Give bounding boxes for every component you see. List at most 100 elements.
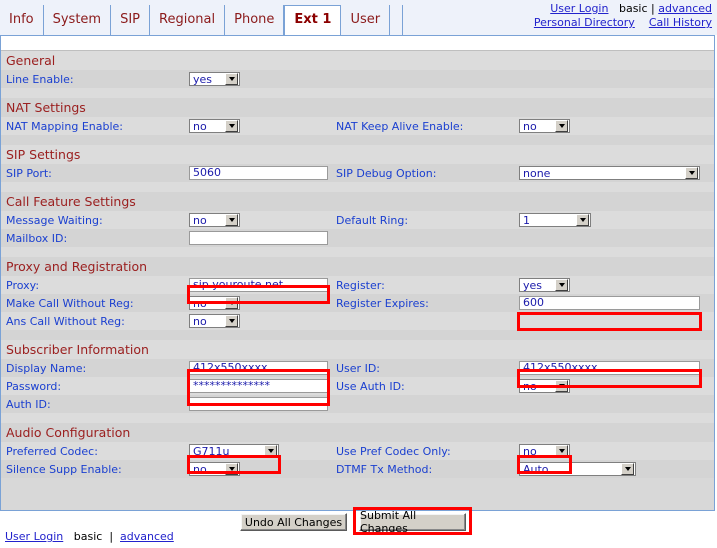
footer-user-login-link[interactable]: User Login xyxy=(5,530,63,543)
input-user-id[interactable]: 412x550xxxx xyxy=(519,361,700,375)
select-nat-keep-alive-enable-value: no xyxy=(523,119,537,133)
basic-label: basic xyxy=(618,2,648,15)
row-nat-mapping: NAT Mapping Enable: no NAT Keep Alive En… xyxy=(1,117,714,135)
footer-links: User Login basic | advanced xyxy=(5,530,174,543)
call-history-link[interactable]: Call History xyxy=(649,16,712,29)
select-nat-mapping-enable[interactable]: no xyxy=(189,119,240,133)
select-sip-debug-option-value: none xyxy=(523,166,551,180)
label-use-pref-codec-only: Use Pref Codec Only: xyxy=(336,444,451,458)
input-mailbox-id[interactable] xyxy=(189,231,328,245)
chevron-down-icon xyxy=(225,214,238,226)
tab-bar: Info System SIP Regional Phone Ext 1 Use… xyxy=(0,0,404,36)
tab-info[interactable]: Info xyxy=(0,5,44,35)
select-use-pref-codec-only[interactable]: no xyxy=(519,444,570,458)
section-proxy-row: Proxy and Registration xyxy=(1,257,714,276)
advanced-link[interactable]: advanced xyxy=(658,2,712,15)
footer-advanced-link[interactable]: advanced xyxy=(120,530,174,543)
link-separator: | xyxy=(651,2,655,15)
spacer-row-4 xyxy=(1,247,714,257)
input-register-expires[interactable]: 600 xyxy=(519,296,700,310)
label-silence-supp-enable: Silence Supp Enable: xyxy=(6,462,122,476)
header-links: User Login basic | advanced Personal Dir… xyxy=(534,2,712,29)
header-links-row-1: User Login basic | advanced xyxy=(534,2,712,15)
select-message-waiting-value: no xyxy=(193,213,207,227)
chevron-down-icon xyxy=(685,167,698,179)
chevron-down-icon xyxy=(225,297,238,309)
spacer-row-5 xyxy=(1,330,714,340)
label-sip-port: SIP Port: xyxy=(6,166,52,180)
panel-top-strip xyxy=(1,36,714,51)
input-proxy[interactable]: sip.youroute.net xyxy=(189,278,328,292)
select-make-call-without-reg[interactable]: no xyxy=(189,296,240,310)
chevron-down-icon xyxy=(555,120,568,132)
input-password[interactable]: ************** xyxy=(189,379,328,393)
label-message-waiting: Message Waiting: xyxy=(6,213,103,227)
sipura-config-page: Info System SIP Regional Phone Ext 1 Use… xyxy=(0,0,717,548)
submit-all-changes-button[interactable]: Submit All Changes xyxy=(359,509,466,535)
personal-directory-link[interactable]: Personal Directory xyxy=(534,16,635,29)
chevron-down-icon xyxy=(621,463,634,475)
section-subscriber-title: Subscriber Information xyxy=(6,342,149,357)
input-auth-id[interactable] xyxy=(189,397,328,411)
select-register-value: yes xyxy=(523,278,543,292)
settings-panel: General Line Enable: yes NAT Settings NA… xyxy=(0,35,715,511)
select-dtmf-tx-method[interactable]: Auto xyxy=(519,462,636,476)
select-message-waiting[interactable]: no xyxy=(189,213,240,227)
chevron-down-icon xyxy=(555,380,568,392)
chevron-down-icon xyxy=(576,214,589,226)
user-login-link[interactable]: User Login xyxy=(550,2,608,15)
select-dtmf-tx-method-value: Auto xyxy=(523,462,549,476)
select-line-enable-value: yes xyxy=(193,72,213,86)
tab-bar-end-spacer xyxy=(390,5,404,35)
spacer-row-3 xyxy=(1,182,714,192)
row-silence-supp-enable: Silence Supp Enable: no DTMF Tx Method: … xyxy=(1,460,714,478)
footer-link-separator: | xyxy=(109,530,114,543)
undo-all-changes-button[interactable]: Undo All Changes xyxy=(240,513,347,531)
section-general-row: General xyxy=(1,51,714,70)
label-nat-keep-alive-enable: NAT Keep Alive Enable: xyxy=(336,119,464,133)
tab-user[interactable]: User xyxy=(341,5,391,35)
tab-regional[interactable]: Regional xyxy=(150,5,226,35)
select-default-ring[interactable]: 1 xyxy=(519,213,591,227)
label-use-auth-id: Use Auth ID: xyxy=(336,379,405,393)
row-proxy: Proxy: sip.youroute.net Register: yes xyxy=(1,276,714,294)
tab-ext-1[interactable]: Ext 1 xyxy=(284,5,342,36)
label-mailbox-id: Mailbox ID: xyxy=(6,231,68,245)
label-register-expires: Register Expires: xyxy=(336,296,429,310)
chevron-down-icon xyxy=(264,445,277,457)
select-silence-supp-enable[interactable]: no xyxy=(189,462,240,476)
label-preferred-codec: Preferred Codec: xyxy=(6,444,98,458)
chevron-down-icon xyxy=(555,279,568,291)
row-ans-call-without-reg: Ans Call Without Reg: no xyxy=(1,312,714,330)
section-general-title: General xyxy=(6,53,56,68)
chevron-down-icon xyxy=(225,73,238,85)
section-call-feature-title: Call Feature Settings xyxy=(6,194,136,209)
label-ans-call-without-reg: Ans Call Without Reg: xyxy=(6,314,125,328)
tab-phone[interactable]: Phone xyxy=(225,5,285,35)
header-links-row-2: Personal Directory Call History xyxy=(534,16,712,29)
select-line-enable[interactable]: yes xyxy=(189,72,240,86)
select-ans-call-without-reg[interactable]: no xyxy=(189,314,240,328)
row-mailbox-id: Mailbox ID: xyxy=(1,229,714,247)
select-preferred-codec[interactable]: G711u xyxy=(189,444,279,458)
chevron-down-icon xyxy=(225,315,238,327)
input-sip-port[interactable]: 5060 xyxy=(189,166,328,180)
tab-system[interactable]: System xyxy=(43,5,112,35)
select-use-auth-id-value: no xyxy=(523,379,537,393)
section-proxy-title: Proxy and Registration xyxy=(6,259,148,274)
row-display-name: Display Name: 412x550xxxx User ID: 412x5… xyxy=(1,359,714,377)
select-register[interactable]: yes xyxy=(519,278,570,292)
label-default-ring: Default Ring: xyxy=(336,213,409,227)
select-make-call-without-reg-value: no xyxy=(193,296,207,310)
tab-sip[interactable]: SIP xyxy=(111,5,151,35)
select-use-auth-id[interactable]: no xyxy=(519,379,570,393)
section-subscriber-row: Subscriber Information xyxy=(1,340,714,359)
input-display-name[interactable]: 412x550xxxx xyxy=(189,361,328,375)
select-sip-debug-option[interactable]: none xyxy=(519,166,700,180)
select-nat-keep-alive-enable[interactable]: no xyxy=(519,119,570,133)
label-line-enable: Line Enable: xyxy=(6,72,74,86)
label-nat-mapping-enable: NAT Mapping Enable: xyxy=(6,119,123,133)
section-sip-row: SIP Settings xyxy=(1,145,714,164)
label-auth-id: Auth ID: xyxy=(6,397,51,411)
chevron-down-icon xyxy=(555,445,568,457)
